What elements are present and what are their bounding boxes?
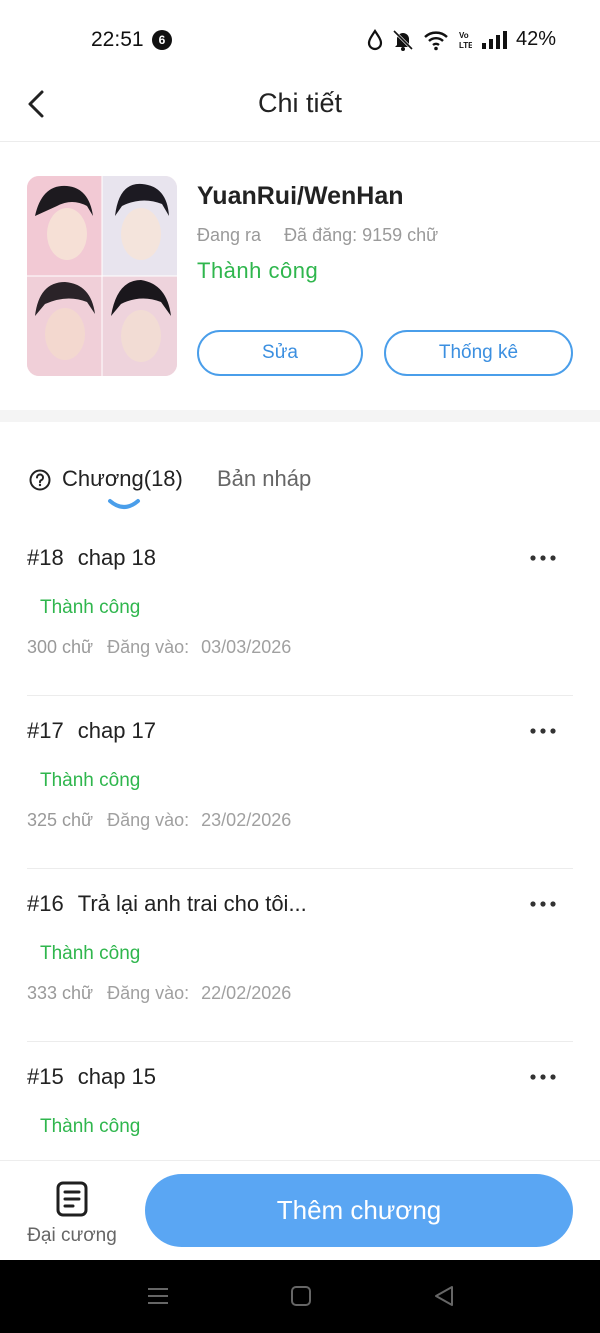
more-options-icon[interactable]	[527, 1064, 559, 1090]
book-status: Thành công	[197, 258, 319, 283]
chapter-meta: 300 chữ Đăng vào: 03/03/2026	[27, 637, 291, 658]
chapter-title-line: #16 Trả lại anh trai cho tôi...	[27, 891, 307, 917]
page-title: Chi tiết	[257, 88, 343, 118]
wifi-icon	[424, 30, 448, 50]
svg-text:Vo: Vo	[459, 31, 469, 40]
chapter-status: Thành công	[40, 943, 141, 964]
chapter-meta: 333 chữ Đăng vào: 22/02/2026	[27, 983, 291, 1004]
chapter-status: Thành công	[40, 597, 141, 618]
drop-icon	[367, 28, 383, 50]
book-word-count: Đã đăng: 9159 chữ	[284, 225, 439, 245]
chapter-list: #18 chap 18 Thành công 300 chữ Đăng vào: 03…	[27, 523, 573, 1160]
edit-button[interactable]: Sửa	[197, 330, 363, 376]
chapter-title: chap 15	[77, 1064, 157, 1089]
chapter-title-line: #15 chap 15	[27, 1064, 156, 1090]
chapter-number: #16	[27, 891, 64, 916]
book-state: Đang ra	[197, 225, 262, 245]
chapter-status: Thành công	[40, 1116, 141, 1137]
bottom-action-bar: Đại cương Thêm chương	[0, 1160, 600, 1260]
bell-off-icon	[392, 29, 414, 51]
more-options-icon[interactable]	[527, 718, 559, 744]
chapter-number: #18	[27, 545, 64, 570]
chapter-number: #15	[27, 1064, 64, 1089]
question-circle-icon[interactable]	[29, 469, 51, 491]
stats-button[interactable]: Thống kê	[384, 330, 573, 376]
section-divider	[0, 410, 600, 422]
svg-text:LTE: LTE	[459, 41, 472, 50]
chapter-title-line: #18 chap 18	[27, 545, 156, 571]
book-card: YuanRui/WenHan Đang ra Đã đăng: 9159 chữ…	[0, 142, 600, 410]
more-options-icon[interactable]	[527, 891, 559, 917]
chapter-date: 22/02/2026	[201, 983, 292, 1003]
battery-level: 42%	[515, 28, 556, 50]
chapter-word-count: 300 chữ	[27, 637, 94, 657]
book-cover[interactable]	[27, 176, 177, 376]
chapter-status: Thành công	[40, 770, 141, 791]
book-meta: Đang ra Đã đăng: 9159 chữ	[197, 225, 438, 246]
add-chapter-button[interactable]: Thêm chương	[145, 1174, 573, 1247]
status-time: 22:51	[91, 28, 144, 51]
chapter-date: 03/03/2026	[201, 637, 292, 657]
book-title: YuanRui/WenHan	[197, 182, 404, 210]
outline-label: Đại cương	[27, 1225, 117, 1246]
system-nav-bar	[0, 1260, 600, 1333]
chapter-item[interactable]: #18 chap 18 Thành công 300 chữ Đăng vào: 03…	[27, 523, 573, 696]
chapter-word-count: 325 chữ	[27, 810, 94, 830]
volte-icon: VoLTE	[459, 31, 472, 50]
status-bar: 22:51 6 Vo LTE 42%	[0, 0, 600, 80]
cover-image	[27, 176, 177, 376]
back-nav-icon[interactable]	[432, 1284, 456, 1308]
notification-badge: 6	[152, 30, 172, 50]
chapter-title-line: #17 chap 17	[27, 718, 156, 744]
chapter-title: chap 18	[77, 545, 157, 570]
home-icon[interactable]	[289, 1284, 313, 1308]
posted-label: Đăng vào:	[107, 637, 190, 657]
tab-chapters[interactable]: Chương(18)	[62, 466, 183, 492]
tab-drafts[interactable]: Bản nháp	[217, 466, 311, 492]
signal-icon	[481, 30, 507, 49]
chapter-title: chap 17	[77, 718, 157, 743]
menu-icon[interactable]	[146, 1284, 170, 1308]
header: Chi tiết	[0, 70, 600, 142]
more-options-icon[interactable]	[527, 545, 559, 571]
posted-label: Đăng vào:	[107, 983, 190, 1003]
chapter-number: #17	[27, 718, 64, 743]
document-icon	[56, 1181, 88, 1217]
chapter-title: Trả lại anh trai cho tôi...	[77, 891, 307, 916]
active-tab-indicator	[108, 499, 140, 509]
chapter-word-count: 333 chữ	[27, 983, 94, 1003]
chapter-item[interactable]: #16 Trả lại anh trai cho tôi... Thành côn…	[27, 869, 573, 1042]
chapter-meta: 325 chữ Đăng vào: 23/02/2026	[27, 810, 291, 831]
chapter-item[interactable]: #15 chap 15 Thành công	[27, 1042, 573, 1160]
chapter-item[interactable]: #17 chap 17 Thành công 325 chữ Đăng vào: 23…	[27, 696, 573, 869]
chapter-date: 23/02/2026	[201, 810, 292, 830]
outline-button[interactable]: Đại cương	[22, 1177, 122, 1251]
status-icons: Vo LTE 42%	[367, 28, 556, 51]
posted-label: Đăng vào:	[107, 810, 190, 830]
tab-bar: Chương(18) Bản nháp	[0, 460, 600, 520]
